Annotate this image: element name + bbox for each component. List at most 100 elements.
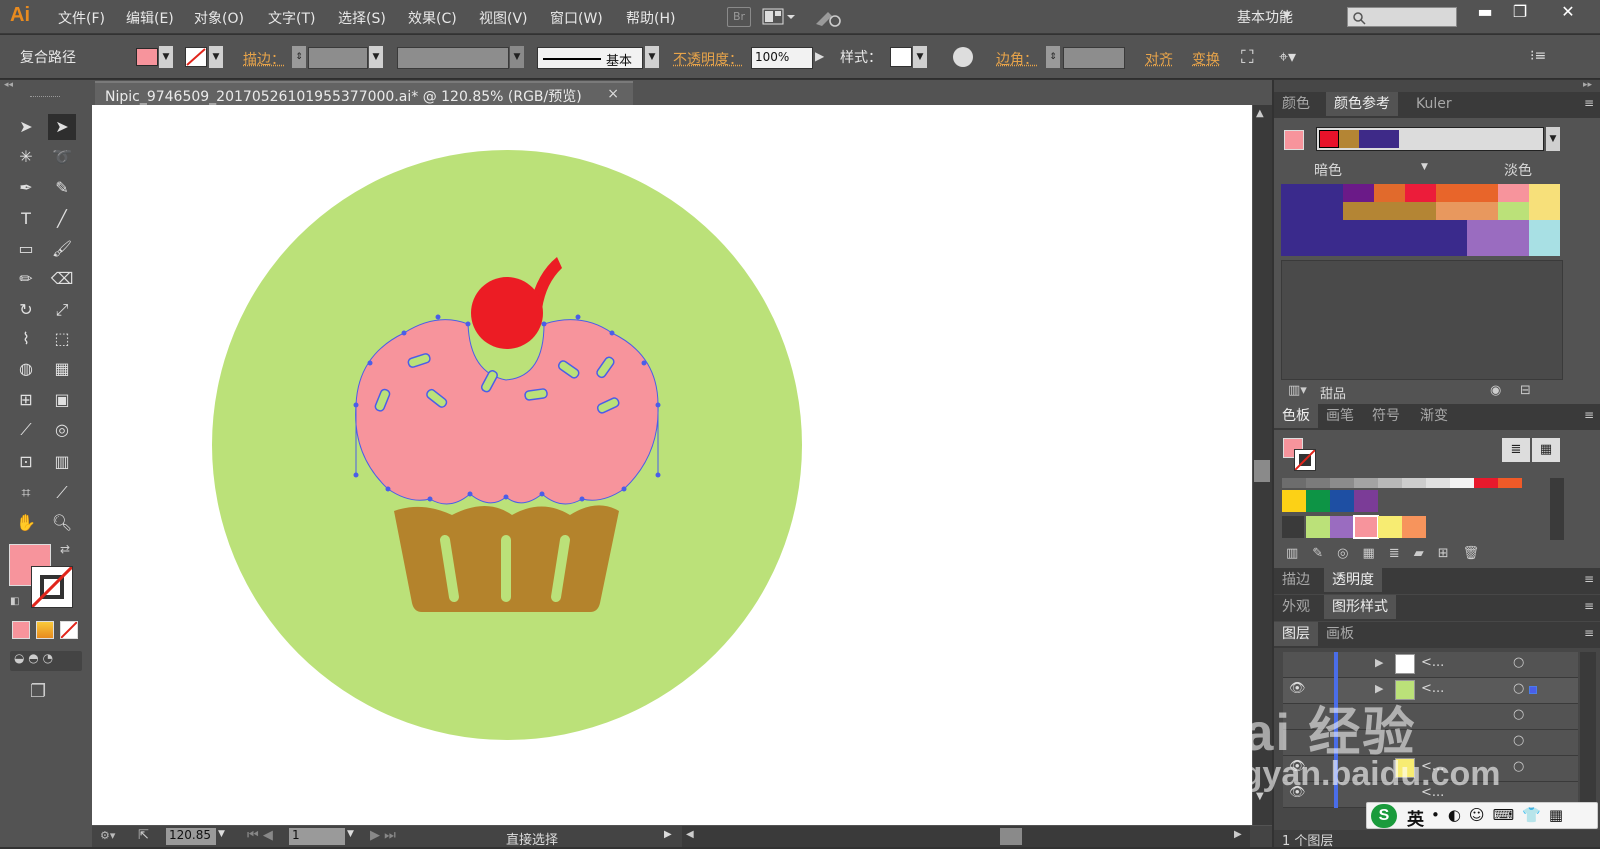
stroke-dropdown[interactable]: ▼ xyxy=(209,46,223,68)
stroke-weight-stepper[interactable]: ⇕ xyxy=(292,46,306,68)
layer-name[interactable]: <... xyxy=(1421,681,1444,696)
pencil-tool-icon[interactable]: ✏ xyxy=(12,266,40,292)
tab-layers[interactable]: 图层 xyxy=(1274,622,1318,646)
harmony-rules[interactable] xyxy=(1316,127,1544,151)
open-in-icon[interactable]: ⇱ xyxy=(138,828,149,843)
cherry[interactable] xyxy=(471,277,543,349)
status-menu-arrow[interactable]: ▶ xyxy=(664,829,672,840)
tab-color[interactable]: 颜色 xyxy=(1274,92,1318,116)
tab-gradient[interactable]: 渐变 xyxy=(1412,404,1456,428)
collapse-icon[interactable]: ◂◂ xyxy=(4,80,88,90)
corner-stepper[interactable]: ⇕ xyxy=(1046,46,1060,68)
tab-stroke[interactable]: 描边 xyxy=(1274,568,1318,592)
artboard-field[interactable]: 1 xyxy=(289,828,345,845)
swap-fill-stroke-icon[interactable]: ⇄ xyxy=(60,542,70,556)
target-circle-icon[interactable]: ○ xyxy=(1513,655,1524,670)
profile-dropdown[interactable]: ▼ xyxy=(510,46,524,68)
document-tab[interactable]: Nipic_9746509_20170526101955377000.ai* @… xyxy=(95,81,633,105)
menu-edit[interactable]: 编辑(E) xyxy=(126,8,174,28)
zoom-tool-icon[interactable]: 🔍︎ xyxy=(48,510,76,536)
align-link[interactable]: 对齐 xyxy=(1145,49,1173,69)
control-panel-menu-icon[interactable]: ⁝≡ xyxy=(1530,48,1546,64)
artboard-canvas[interactable] xyxy=(92,105,1252,825)
mesh-tool-icon[interactable]: ⊞ xyxy=(12,387,40,413)
tab-graphic-styles[interactable]: 图形样式 xyxy=(1324,595,1396,619)
stroke-weight-dropdown[interactable]: ▼ xyxy=(369,46,383,68)
ime-icons[interactable]: •◐☺⌨👕▦ xyxy=(1431,806,1571,824)
symbol-sprayer-tool-icon[interactable]: ⊡ xyxy=(12,449,40,475)
screen-mode-icon[interactable]: ❐ xyxy=(30,681,46,702)
menu-select[interactable]: 选择(S) xyxy=(338,8,386,28)
tab-appearance[interactable]: 外观 xyxy=(1274,595,1318,619)
corner-link[interactable]: 边角： xyxy=(996,49,1038,69)
cupcake-artwork[interactable] xyxy=(92,105,1252,825)
panel-menu-icon[interactable]: ≡ xyxy=(1584,408,1594,422)
default-colors-icon[interactable]: ◧ xyxy=(10,596,19,607)
swatch-grid[interactable] xyxy=(1282,478,1548,540)
slice-tool-icon[interactable]: ⟋ xyxy=(48,480,76,506)
corner-radius-field[interactable] xyxy=(1063,47,1125,69)
rotate-tool-icon[interactable]: ↻ xyxy=(12,297,40,323)
fill-color-swatch[interactable] xyxy=(136,48,158,66)
swatch-scrollbar[interactable] xyxy=(1550,478,1564,540)
menu-help[interactable]: 帮助(H) xyxy=(626,8,675,28)
selection-tool-icon[interactable]: ➤ xyxy=(12,114,40,140)
stroke-color-box[interactable] xyxy=(30,565,74,609)
stroke-none-swatch[interactable] xyxy=(185,47,207,67)
menu-window[interactable]: 窗口(W) xyxy=(550,8,603,28)
artboard-dropdown[interactable]: ▼ xyxy=(347,829,354,839)
eyedropper-tool-icon[interactable]: ⟋ xyxy=(12,417,40,443)
harmony-dropdown[interactable]: ▼ xyxy=(1546,127,1560,151)
menu-view[interactable]: 视图(V) xyxy=(479,8,528,28)
panel-menu-icon[interactable]: ≡ xyxy=(1584,626,1594,640)
rectangle-tool-icon[interactable]: ▭ xyxy=(12,236,40,262)
menu-file[interactable]: 文件(F) xyxy=(58,8,105,28)
layer-name[interactable]: <... xyxy=(1421,655,1444,670)
tab-color-guide[interactable]: 颜色参考 xyxy=(1326,92,1398,116)
minimize-button[interactable]: ▬ xyxy=(1470,2,1500,24)
select-similar-icon[interactable]: ⌖▾ xyxy=(1279,47,1296,67)
tab-swatches[interactable]: 色板 xyxy=(1274,404,1318,428)
graphic-style-swatch[interactable] xyxy=(890,47,912,67)
selection-indicator[interactable] xyxy=(1529,686,1537,694)
scroll-thumb[interactable] xyxy=(1254,460,1270,482)
zoom-field[interactable]: 120.85 xyxy=(166,828,216,845)
expand-arrow-icon[interactable]: ▶ xyxy=(1375,656,1383,669)
tab-transparency[interactable]: 透明度 xyxy=(1324,568,1382,592)
hand-tool-icon[interactable]: ✋ xyxy=(12,510,40,536)
transform-link[interactable]: 变换 xyxy=(1192,49,1220,69)
column-graph-tool-icon[interactable]: ▥ xyxy=(48,449,76,475)
target-circle-icon[interactable]: ○ xyxy=(1513,681,1524,696)
direct-selection-tool-icon[interactable]: ➤ xyxy=(48,114,76,140)
close-tab-icon[interactable]: × xyxy=(607,86,619,102)
search-input[interactable] xyxy=(1347,7,1457,27)
panel-menu-icon[interactable]: ≡ xyxy=(1584,96,1594,110)
horizontal-scrollbar[interactable]: ◀ ▶ xyxy=(682,826,1250,847)
target-circle-icon[interactable]: ○ xyxy=(1513,759,1524,774)
first-artboard-icon[interactable]: ⏮ ◀ xyxy=(247,828,273,843)
tab-symbols[interactable]: 符号 xyxy=(1364,404,1408,428)
paintbrush-tool-icon[interactable]: 🖌 xyxy=(48,236,76,262)
stroke-link[interactable]: 描边： xyxy=(243,49,285,69)
menu-type[interactable]: 文字(T) xyxy=(268,8,315,28)
menu-object[interactable]: 对象(O) xyxy=(194,8,244,28)
color-variations-grid[interactable] xyxy=(1281,184,1563,258)
swatch-libraries-icon[interactable]: ▥▾ xyxy=(1288,383,1307,398)
lasso-tool-icon[interactable]: ➰ xyxy=(48,144,76,170)
brush-definition[interactable]: 基本 xyxy=(537,47,643,69)
gpu-performance-icon[interactable] xyxy=(814,8,842,28)
line-tool-icon[interactable]: ╱ xyxy=(48,206,76,232)
chevron-down-icon[interactable]: ▼ xyxy=(1283,10,1291,21)
panel-menu-icon[interactable]: ≡ xyxy=(1584,572,1594,586)
dock-collapse-icon[interactable]: ▸▸ xyxy=(1274,80,1600,92)
restore-button[interactable]: ❐ xyxy=(1505,2,1535,24)
layers-scrollbar[interactable] xyxy=(1580,652,1596,808)
gradient-tool-icon[interactable]: ▣ xyxy=(48,387,76,413)
target-circle-icon[interactable]: ○ xyxy=(1513,707,1524,722)
brush-dropdown[interactable]: ▼ xyxy=(645,46,659,68)
opacity-field[interactable]: 100% xyxy=(751,47,813,69)
artboard-tool-icon[interactable]: ⌗ xyxy=(12,480,40,506)
width-tool-icon[interactable]: ⌇ xyxy=(12,326,40,352)
gradient-mode-icon[interactable] xyxy=(36,621,54,639)
panel-menu-icon[interactable]: ≡ xyxy=(1584,599,1594,613)
